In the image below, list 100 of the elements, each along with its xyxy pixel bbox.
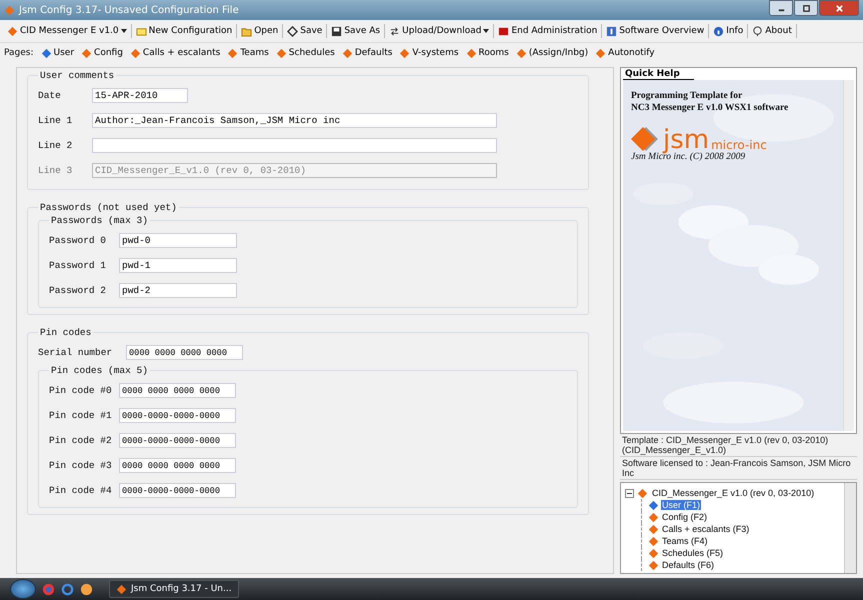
diamond-icon	[637, 488, 648, 498]
toolbar-button[interactable]: Open	[238, 26, 282, 36]
tree-item[interactable]: CID_Messenger_E v1.0 (rev 0, 03-2010)	[651, 488, 816, 498]
password-field[interactable]: pwd-1	[119, 258, 237, 273]
diamond-icon	[7, 26, 18, 36]
diamond-icon	[595, 48, 606, 58]
diamond-icon	[466, 48, 477, 58]
diamond-icon	[516, 48, 527, 58]
logo-icon	[631, 126, 661, 152]
page-button[interactable]: Schedules	[272, 48, 338, 58]
toolbar-button[interactable]: Upload/Download	[386, 26, 492, 36]
quick-help-tab[interactable]: Quick Help	[623, 69, 694, 80]
browser-icon[interactable]	[42, 582, 55, 596]
field-label: Pin code #2	[49, 435, 113, 446]
toolbar-button[interactable]: Save As	[328, 26, 384, 36]
pin-field[interactable]: 0000-0000-0000-0000	[119, 408, 236, 423]
pin-field[interactable]: 0000 0000 0000 0000	[119, 383, 236, 398]
pages-label: Pages:	[4, 48, 34, 58]
text-field[interactable]: Author:_Jean-Francois Samson,_JSM Micro inc	[92, 113, 497, 128]
text-field[interactable]: 15-APR-2010	[92, 88, 188, 103]
diamond-icon	[276, 48, 287, 58]
folder-icon	[136, 26, 147, 36]
diamond-icon	[648, 500, 659, 510]
toolbar-button[interactable]: CID Messenger E v1.0	[4, 26, 130, 36]
copyright-text: Jsm Micro inc. (C) 2008 2009	[631, 152, 746, 162]
page-button[interactable]: Autonotify	[592, 48, 658, 58]
help-icon	[606, 26, 618, 36]
toolbar-button[interactable]: Info	[710, 26, 746, 36]
field-label: Password 1	[49, 260, 108, 271]
page-button[interactable]: (Assign/Inbg)	[512, 48, 592, 58]
diamond-icon	[342, 48, 353, 58]
field-label: Pin code #3	[49, 460, 113, 471]
scrollbar[interactable]	[844, 483, 856, 573]
start-button[interactable]	[10, 579, 36, 599]
tree-item[interactable]: Calls + escalants (F3)	[661, 524, 750, 534]
page-button[interactable]: Defaults	[338, 48, 396, 58]
caret-icon	[120, 29, 127, 33]
diamond-icon	[648, 524, 659, 534]
password-field[interactable]: pwd-2	[119, 283, 237, 298]
close-icon	[834, 4, 844, 12]
field-label: Line 2	[38, 140, 74, 151]
page-button[interactable]: Teams	[224, 48, 272, 58]
page-button[interactable]: User	[38, 48, 78, 58]
group-title: Passwords (not used yet)	[39, 202, 178, 213]
diamond-icon	[4, 4, 15, 16]
toolbar-button[interactable]: Software Overview	[603, 26, 708, 36]
scrollbar[interactable]	[843, 80, 854, 431]
tree-item[interactable]: Schedules (F5)	[661, 548, 724, 558]
diamond-icon	[287, 26, 298, 36]
maximize-icon	[802, 4, 810, 12]
help-text: Programming Template for	[631, 90, 744, 102]
group-title: Pin codes	[39, 327, 92, 338]
close-button[interactable]	[819, 0, 859, 16]
toolbar-button[interactable]: About	[749, 26, 795, 36]
logo-text: micro-inc	[711, 138, 767, 152]
toolbar-button[interactable]: End Administration	[495, 26, 600, 36]
card-icon	[498, 26, 510, 36]
logo-text: jsm	[663, 128, 710, 152]
serial-field[interactable]: 0000 0000 0000 0000	[126, 345, 243, 360]
diamond-icon	[648, 512, 659, 522]
window-title: Jsm Config 3.17- Unsaved Configuration File	[19, 4, 240, 16]
tree-item[interactable]: Config (F2)	[661, 512, 708, 522]
group-title: Passwords (max 3)	[50, 215, 149, 226]
info-text: Software licensed to : Jean-Francois Samson, JSM Micro Inc	[620, 457, 857, 480]
taskbar-button[interactable]: Jsm Config 3.17 - Un...	[109, 580, 239, 598]
page-button[interactable]: Rooms	[462, 48, 512, 58]
diamond-icon	[130, 48, 141, 58]
help-text: NC3 Messenger E v1.0 WSX1 software	[631, 102, 790, 114]
field-label: Date	[38, 90, 62, 101]
page-button[interactable]: Config	[78, 48, 126, 58]
tree-item[interactable]: User (F1)	[661, 500, 701, 510]
diamond-icon	[116, 584, 127, 594]
toolbar-button[interactable]: Save	[284, 26, 326, 36]
maximize-button[interactable]	[794, 0, 818, 16]
group-title: Pin codes (max 5)	[50, 365, 149, 376]
diamond-icon	[40, 48, 52, 58]
tree-item[interactable]: Defaults (F6)	[661, 560, 716, 570]
caret-icon	[483, 29, 490, 33]
password-field[interactable]: pwd-0	[119, 233, 237, 248]
diamond-icon	[648, 536, 659, 546]
toolbar-button[interactable]: New Configuration	[132, 26, 236, 36]
info-text: Template : CID_Messenger_E v1.0 (rev 0, 03-2010) (CID_Messenger_E_v1.0)	[620, 434, 857, 457]
tree-item[interactable]: Teams (F4)	[661, 536, 709, 546]
field-label: Pin code #1	[49, 410, 113, 421]
diamond-icon	[399, 48, 410, 58]
page-button[interactable]: Calls + escalants	[126, 48, 224, 58]
diamond-icon	[227, 48, 238, 58]
expander-icon[interactable]	[625, 488, 634, 498]
info-icon	[713, 26, 724, 36]
arrows-icon	[389, 26, 400, 36]
text-field[interactable]	[92, 138, 497, 153]
minimize-button[interactable]	[769, 0, 793, 16]
pin-field[interactable]: 0000 0000 0000 0000	[119, 458, 236, 473]
pin-field[interactable]: 0000-0000-0000-0000	[119, 483, 236, 498]
diamond-icon	[81, 48, 92, 58]
field-label: Line 1	[38, 115, 74, 126]
pin-field[interactable]: 0000-0000-0000-0000	[119, 433, 236, 448]
browser-icon[interactable]	[61, 582, 74, 596]
page-button[interactable]: V-systems	[396, 48, 462, 58]
folder-icon	[241, 26, 252, 36]
